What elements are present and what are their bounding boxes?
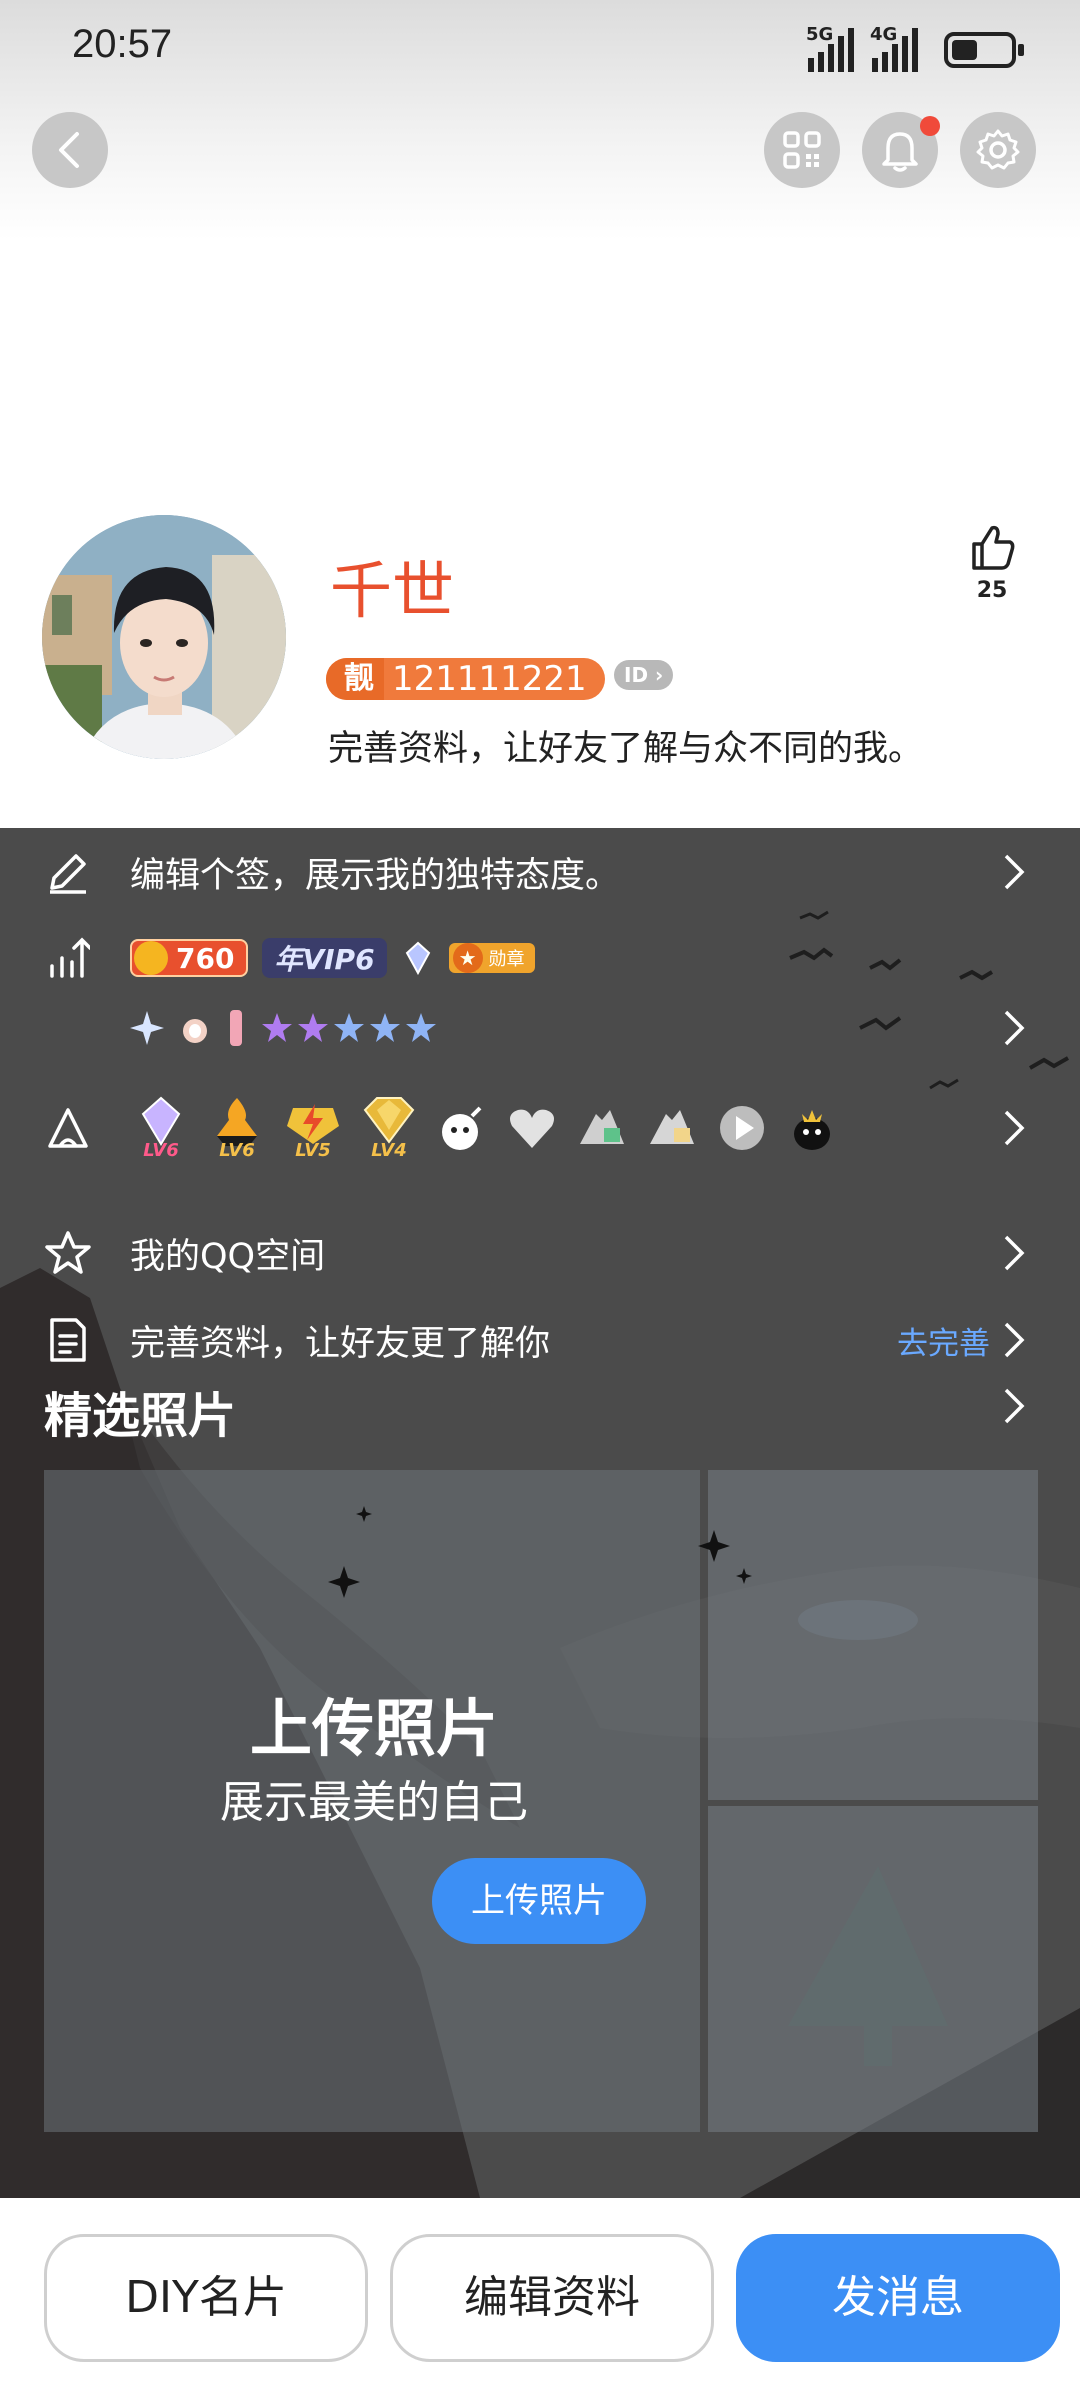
complete-profile-row[interactable]: 完善资料，让好友更了解你 去完善 xyxy=(0,1300,1080,1380)
profile-name: 千世 xyxy=(330,557,455,626)
game-badges-row[interactable]: LV6 LV6 LV5 LV4 xyxy=(0,1078,1080,1178)
id-tag-label: ID xyxy=(624,663,649,687)
more-badges xyxy=(130,1008,440,1048)
chevron-right-icon xyxy=(1004,1322,1025,1358)
mountain-green-icon xyxy=(580,1110,624,1144)
qr-code-icon xyxy=(783,131,821,169)
chevron-right-icon xyxy=(1004,1010,1025,1046)
coin-icon xyxy=(134,941,168,975)
game-level: LV4 xyxy=(371,1140,407,1161)
play-icon xyxy=(720,1106,764,1150)
diamond-icon xyxy=(405,941,430,975)
qzone-label: 我的QQ空间 xyxy=(130,1236,326,1277)
signal-5g-icon: 5G xyxy=(806,24,854,72)
bottom-action-bar: DIY名片 编辑资料 发消息 xyxy=(0,2198,1080,2400)
heart-icon xyxy=(510,1109,554,1148)
profile-tip[interactable]: 完善资料，让好友了解与众不同的我。 xyxy=(328,720,923,771)
liang-label: 靓 xyxy=(326,658,384,700)
document-icon xyxy=(44,1316,92,1364)
photo-grid[interactable]: 上传照片 展示最美的自己 上传照片 xyxy=(44,1470,1038,2132)
avatar[interactable] xyxy=(42,515,286,759)
coin-badge: 760 xyxy=(130,939,249,977)
diy-card-button[interactable]: DIY名片 xyxy=(44,2234,368,2362)
crystal-lv6-icon: LV6 xyxy=(130,1095,192,1161)
more-badges-row[interactable] xyxy=(0,988,1080,1068)
like-count: 25 xyxy=(976,578,1008,603)
star-outline-icon xyxy=(44,1229,92,1277)
level-badges: 760 年VIP6 ★ 勋章 xyxy=(130,938,535,978)
settings-button[interactable] xyxy=(960,112,1036,188)
vip-badge: 年VIP6 xyxy=(262,938,387,978)
flame-icon xyxy=(183,1019,207,1043)
profile-header: 20:57 5G 4G 千世 25 靓 121111221 ID › 完善资料，… xyxy=(0,0,1080,828)
game-badges: LV6 LV6 LV5 LV4 xyxy=(130,1095,840,1161)
game-level: LV6 xyxy=(143,1140,179,1161)
battery-icon xyxy=(944,32,1024,68)
qzone-row[interactable]: 我的QQ空间 xyxy=(0,1213,1080,1293)
mountain-flag-icon xyxy=(650,1110,694,1144)
edit-profile-button[interactable]: 编辑资料 xyxy=(390,2234,714,2362)
signature-text: 编辑个签，展示我的独特态度。 xyxy=(130,855,621,896)
chevron-right-icon xyxy=(1004,1235,1025,1271)
back-button[interactable] xyxy=(32,112,108,188)
star-rank-icon xyxy=(262,1013,436,1042)
back-arrow-icon xyxy=(59,132,79,168)
chevron-right-icon xyxy=(1004,854,1025,890)
sparkle-icon xyxy=(130,1011,164,1045)
qq-number: 121111221 xyxy=(392,659,587,699)
medal-badge: ★ 勋章 xyxy=(448,943,535,973)
signal-4g-icon: 4G xyxy=(870,24,918,72)
featured-photos-title: 精选照片 xyxy=(44,1388,237,1444)
bell-icon xyxy=(882,132,918,172)
penguin-crown-icon xyxy=(794,1110,830,1150)
level-badges-row[interactable]: 760 年VIP6 ★ 勋章 xyxy=(0,918,1080,998)
candle-icon xyxy=(230,1010,242,1046)
star-icon: ★ xyxy=(452,943,483,973)
level-up-icon xyxy=(44,934,92,982)
bomb-icon xyxy=(442,1106,482,1150)
medal-label: 勋章 xyxy=(488,949,525,970)
edit-signature-row[interactable]: 编辑个签，展示我的独特态度。 xyxy=(0,832,1080,912)
tent-icon xyxy=(44,1104,92,1152)
upload-photo-button[interactable]: 上传照片 xyxy=(432,1858,646,1944)
status-bar: 20:57 5G 4G xyxy=(0,0,1080,100)
game-level: LV6 xyxy=(219,1140,255,1161)
notification-dot xyxy=(920,116,940,136)
send-message-button[interactable]: 发消息 xyxy=(736,2234,1060,2362)
chevron-right-icon xyxy=(1004,1110,1025,1146)
qr-code-button[interactable] xyxy=(764,112,840,188)
avatar-photo xyxy=(42,515,286,759)
notifications-button[interactable] xyxy=(862,112,940,188)
status-icons: 5G 4G xyxy=(806,24,1024,72)
gem-lv4-icon: LV4 xyxy=(358,1095,420,1161)
upload-subtitle: 展示最美的自己 xyxy=(220,1777,528,1828)
like-button[interactable]: 25 xyxy=(956,522,1028,603)
go-complete-link[interactable]: 去完善 xyxy=(897,1318,990,1363)
upload-title: 上传照片 xyxy=(249,1692,498,1765)
featured-photos-chevron-icon[interactable] xyxy=(1002,1386,1026,1426)
gear-icon xyxy=(976,129,1020,170)
lightning-lv5-icon: LV5 xyxy=(282,1095,344,1161)
qq-number-badge[interactable]: 靓 121111221 xyxy=(326,658,605,700)
flame-lv6-icon: LV6 xyxy=(206,1095,268,1161)
thumbs-up-icon xyxy=(972,525,1015,570)
status-time: 20:57 xyxy=(72,22,173,66)
pencil-icon xyxy=(44,848,92,896)
complete-profile-label: 完善资料，让好友更了解你 xyxy=(130,1323,551,1364)
game-level: LV5 xyxy=(295,1140,331,1161)
id-tag[interactable]: ID › xyxy=(614,660,674,690)
coin-value: 760 xyxy=(176,941,235,975)
